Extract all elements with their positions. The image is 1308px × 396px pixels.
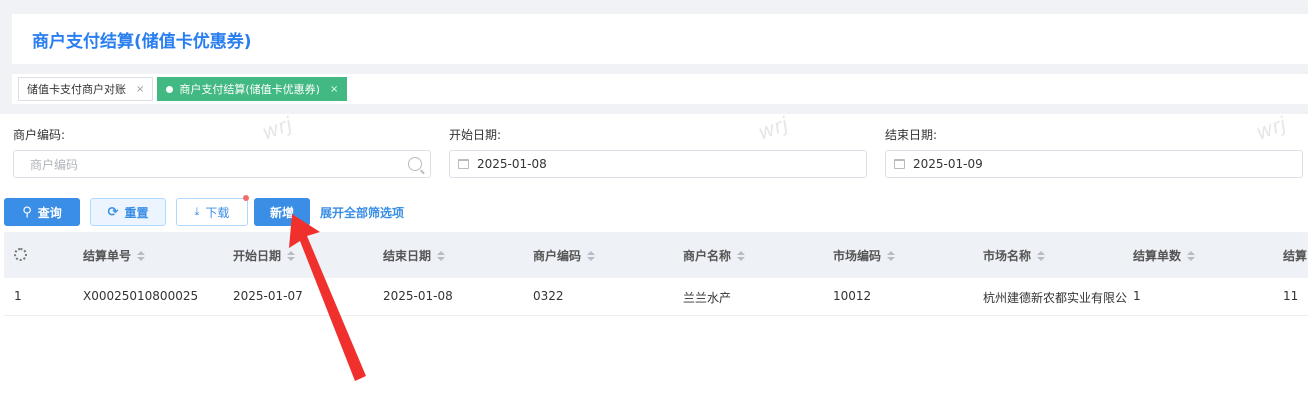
add-button[interactable]: 新增 [254, 198, 310, 226]
column-header-label: 开始日期 [233, 249, 282, 263]
column-header[interactable]: 市场编码 [833, 247, 896, 264]
table-header: 结算单号 开始日期 结束日期 商户编码 商户名称 市场编码 市场名称 结算单数 … [4, 232, 1308, 278]
row-index: 1 [14, 289, 22, 303]
query-button-label: 查询 [37, 205, 62, 220]
table-row[interactable]: 1 X00025010800025 2025-01-07 2025-01-08 … [4, 278, 1308, 316]
table-cell: 兰兰水产 [683, 291, 732, 305]
column-header[interactable]: 商户名称 [683, 247, 746, 264]
active-dot-icon [166, 85, 174, 93]
table-cell: 0322 [533, 289, 564, 303]
column-header[interactable]: 结算 [1283, 247, 1308, 264]
table-cell: 1 [1133, 289, 1141, 303]
gear-icon [14, 248, 27, 261]
merchant-code-placeholder: 商户编码 [30, 157, 79, 172]
tab-merchant-settlement[interactable]: 商户支付结算(储值卡优惠券) × [157, 77, 348, 101]
notification-dot [243, 195, 249, 201]
sort-icon[interactable] [287, 250, 296, 261]
sort-icon[interactable] [887, 250, 896, 261]
end-date-value: 2025-01-09 [913, 157, 983, 171]
tabs-bar: 储值卡支付商户对账 × 商户支付结算(储值卡优惠券) × [12, 74, 1308, 104]
download-icon: ⤓ [194, 205, 200, 218]
expand-filters-link[interactable]: 展开全部筛选项 [320, 204, 404, 221]
close-icon[interactable]: × [136, 84, 144, 95]
tab-label: 商户支付结算(储值卡优惠券) [179, 83, 320, 96]
column-header[interactable]: 市场名称 [983, 247, 1046, 264]
column-header-label: 结算单号 [83, 249, 132, 263]
column-header[interactable]: 结束日期 [383, 247, 446, 264]
column-header-label: 商户编码 [533, 249, 582, 263]
sort-icon[interactable] [737, 250, 746, 261]
settlement-table: 结算单号 开始日期 结束日期 商户编码 商户名称 市场编码 市场名称 结算单数 … [4, 232, 1308, 316]
column-header-label: 市场名称 [983, 249, 1032, 263]
column-header[interactable]: 结算单号 [83, 247, 146, 264]
merchant-code-input[interactable]: 商户编码 [13, 150, 431, 178]
start-date-picker[interactable]: 2025-01-08 [449, 150, 867, 178]
page-header: 商户支付结算(储值卡优惠券) [12, 14, 1308, 64]
sort-icon[interactable] [137, 250, 146, 261]
column-header[interactable]: 开始日期 [233, 247, 296, 264]
column-header-label: 商户名称 [683, 249, 732, 263]
search-icon[interactable] [408, 157, 422, 171]
column-header-label: 结算 [1283, 249, 1308, 263]
sort-icon[interactable] [587, 250, 596, 261]
end-date-filter: 结束日期: 2025-01-09 [885, 126, 1303, 178]
column-header[interactable]: 商户编码 [533, 247, 596, 264]
table-cell: 10012 [833, 289, 872, 303]
calendar-icon [894, 159, 905, 169]
action-buttons: ⚲ 查询 ⟳ 重置 ⤓ 下载 新增 展开全部筛选项 [4, 195, 404, 226]
refresh-icon: ⟳ [107, 204, 119, 220]
merchant-code-filter: 商户编码: 商户编码 [13, 126, 431, 178]
reset-button-label: 重置 [124, 205, 149, 220]
merchant-code-label: 商户编码: [13, 128, 66, 142]
search-icon: ⚲ [22, 204, 32, 220]
sort-icon[interactable] [437, 250, 446, 261]
table-cell: 2025-01-08 [383, 289, 453, 303]
reset-button[interactable]: ⟳ 重置 [90, 198, 166, 226]
start-date-filter: 开始日期: 2025-01-08 [449, 126, 867, 178]
calendar-icon [458, 159, 469, 169]
column-header-label: 市场编码 [833, 249, 882, 263]
page-title: 商户支付结算(储值卡优惠券) [32, 31, 252, 52]
end-date-label: 结束日期: [885, 128, 938, 142]
column-settings-button[interactable] [14, 248, 27, 261]
add-button-label: 新增 [269, 205, 294, 220]
download-button[interactable]: ⤓ 下载 [176, 195, 249, 226]
end-date-picker[interactable]: 2025-01-09 [885, 150, 1303, 178]
close-icon[interactable]: × [330, 84, 338, 95]
table-cell: 2025-01-07 [233, 289, 303, 303]
query-button[interactable]: ⚲ 查询 [4, 198, 80, 226]
table-cell: 11 [1283, 289, 1299, 303]
start-date-value: 2025-01-08 [477, 157, 547, 171]
tab-merchant-reconciliation[interactable]: 储值卡支付商户对账 × [18, 77, 154, 101]
download-button-label: 下载 [205, 205, 230, 220]
column-header[interactable]: 结算单数 [1133, 247, 1196, 264]
tab-label: 储值卡支付商户对账 [27, 83, 126, 96]
table-cell: 杭州建德新农都实业有限公 [983, 291, 1128, 305]
sort-icon[interactable] [1037, 250, 1046, 261]
column-header-label: 结算单数 [1133, 249, 1182, 263]
column-header-label: 结束日期 [383, 249, 432, 263]
table-cell: X00025010800025 [83, 289, 199, 303]
start-date-label: 开始日期: [449, 128, 502, 142]
main-panel: wrj wrj wrj 商户编码: 商户编码 开始日期: 2025-01-08 … [0, 112, 1308, 396]
sort-icon[interactable] [1187, 250, 1196, 261]
